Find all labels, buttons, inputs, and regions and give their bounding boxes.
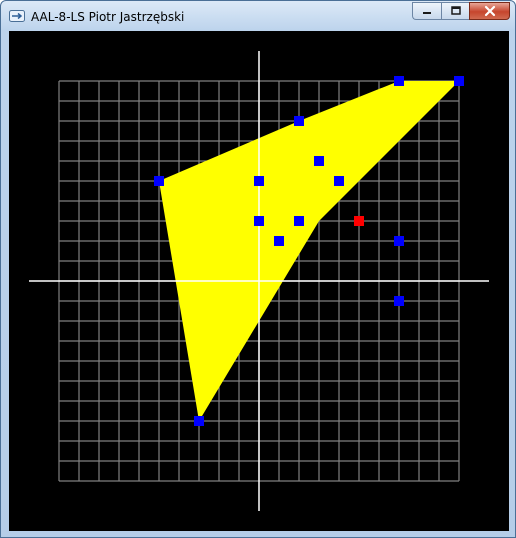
data-point (394, 76, 404, 86)
data-point (154, 176, 164, 186)
data-point (274, 236, 284, 246)
data-point (394, 236, 404, 246)
data-point (294, 216, 304, 226)
maximize-button[interactable] (441, 2, 469, 20)
data-point (254, 216, 264, 226)
minimize-button[interactable] (412, 2, 441, 20)
data-point (314, 156, 324, 166)
close-button[interactable] (469, 2, 510, 20)
app-window-icon (9, 10, 25, 22)
highlighted-point (354, 216, 364, 226)
data-point (254, 176, 264, 186)
data-point (394, 296, 404, 306)
data-point (334, 176, 344, 186)
data-point (294, 116, 304, 126)
data-point (194, 416, 204, 426)
plot-canvas[interactable] (9, 31, 509, 531)
maximize-icon (450, 6, 461, 15)
plot-svg (9, 31, 509, 531)
minimize-icon (423, 12, 431, 14)
data-point (454, 76, 464, 86)
title-bar[interactable]: AAL-8-LS Piotr Jastrzębski (1, 1, 515, 31)
app-window: AAL-8-LS Piotr Jastrzębski (0, 0, 516, 538)
close-icon (484, 5, 495, 17)
window-title: AAL-8-LS Piotr Jastrzębski (31, 10, 185, 24)
